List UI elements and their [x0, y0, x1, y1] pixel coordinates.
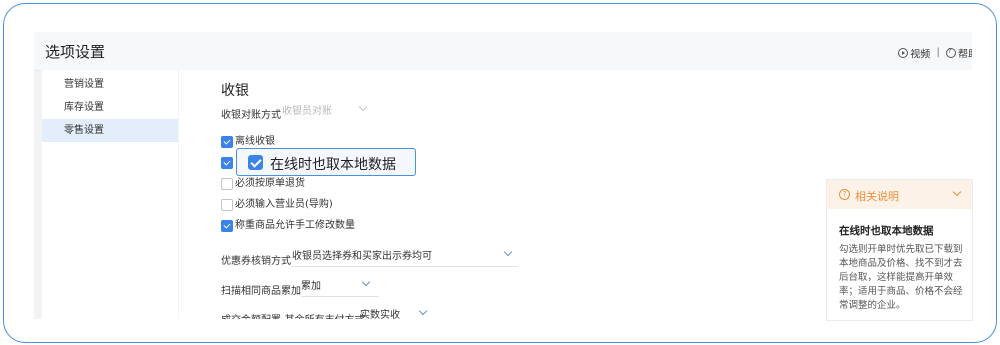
video-label: 视频 [910, 49, 931, 60]
payment-value: 实数实收 [360, 310, 400, 319]
checkbox-icon [221, 136, 233, 148]
help-body-text: 勾选则开单时优先取已下载到本地商品及价格、找不到才去后台取，这样能提高开单效率；… [839, 244, 963, 311]
top-links: 视频 | ?帮助 [898, 45, 972, 60]
coupon-select[interactable]: 收银员选择券和买家出示券均可 [292, 247, 518, 263]
sidebar: 营销设置 库存设置 零售设置 [42, 70, 178, 319]
chevron-down-icon [358, 102, 368, 112]
help-label: 帮助 [958, 49, 972, 60]
chevron-down-icon [418, 306, 428, 316]
section-title: 收银 [221, 83, 249, 99]
play-icon [898, 47, 909, 58]
scan-underline [301, 296, 379, 297]
callout-label: 在线时也取本地数据 [270, 157, 396, 173]
help-circle-icon: ? [946, 47, 956, 58]
payment-label: 成交金额配置-其余所有支付方式 [221, 311, 365, 319]
help-panel-header[interactable]: ? 相关说明 [827, 180, 972, 209]
chevron-down-icon[interactable] [952, 187, 962, 197]
video-link[interactable]: 视频 [898, 47, 933, 60]
help-circle-icon: ? [839, 189, 850, 200]
chevron-down-icon [503, 247, 513, 257]
checkbox-checked-icon [248, 155, 263, 170]
sidebar-item-inventory[interactable]: 库存设置 [42, 96, 178, 119]
scan-select[interactable]: 累加 [301, 277, 379, 293]
help-panel-title: 相关说明 [855, 190, 899, 203]
checkbox-salesperson-label: 必须输入营业员(导购) [235, 199, 333, 210]
coupon-value: 收银员选择券和买家出示券均可 [292, 251, 432, 262]
checkbox-original-return-label: 必须按原单退货 [235, 178, 305, 189]
scan-value: 累加 [301, 281, 321, 292]
link-separator: | [936, 47, 940, 58]
help-link[interactable]: ?帮助 [946, 47, 972, 60]
title-bar: 选项设置 视频 | ?帮助 [34, 32, 972, 71]
help-body-title: 在线时也取本地数据 [839, 225, 934, 237]
reconcile-label: 收银对账方式 [221, 110, 281, 121]
checkbox-icon [221, 178, 233, 190]
payment-select[interactable]: 实数实收 [360, 306, 440, 319]
sidebar-item-retail[interactable]: 零售设置 [42, 119, 178, 142]
checkbox-icon [221, 220, 233, 232]
sidebar-item-marketing[interactable]: 营销设置 [42, 73, 178, 96]
help-panel: ? 相关说明 在线时也取本地数据 勾选则开单时优先取已下载到本地商品及价格、找不… [826, 179, 973, 321]
coupon-label: 优惠券核销方式 [221, 256, 291, 267]
screenshot-frame: 选项设置 视频 | ?帮助 营销设置 库存设置 零售设置 收银 收银对账方式 收… [3, 3, 997, 343]
scan-label: 扫描相同商品累加 [221, 286, 301, 297]
zoom-callout-local-data[interactable]: 在线时也取本地数据 [236, 148, 416, 176]
checkbox-offline-label: 离线收银 [235, 136, 275, 147]
coupon-underline [292, 266, 518, 267]
checkbox-weighing-label: 称重商品允许手工修改数量 [235, 220, 355, 231]
checkbox-icon [221, 157, 233, 169]
checkbox-icon [221, 199, 233, 211]
reconcile-select[interactable]: 收银员对账 [282, 102, 372, 118]
reconcile-value: 收银员对账 [282, 106, 332, 117]
window-title: 选项设置 [45, 43, 106, 61]
chevron-down-icon [361, 277, 371, 287]
